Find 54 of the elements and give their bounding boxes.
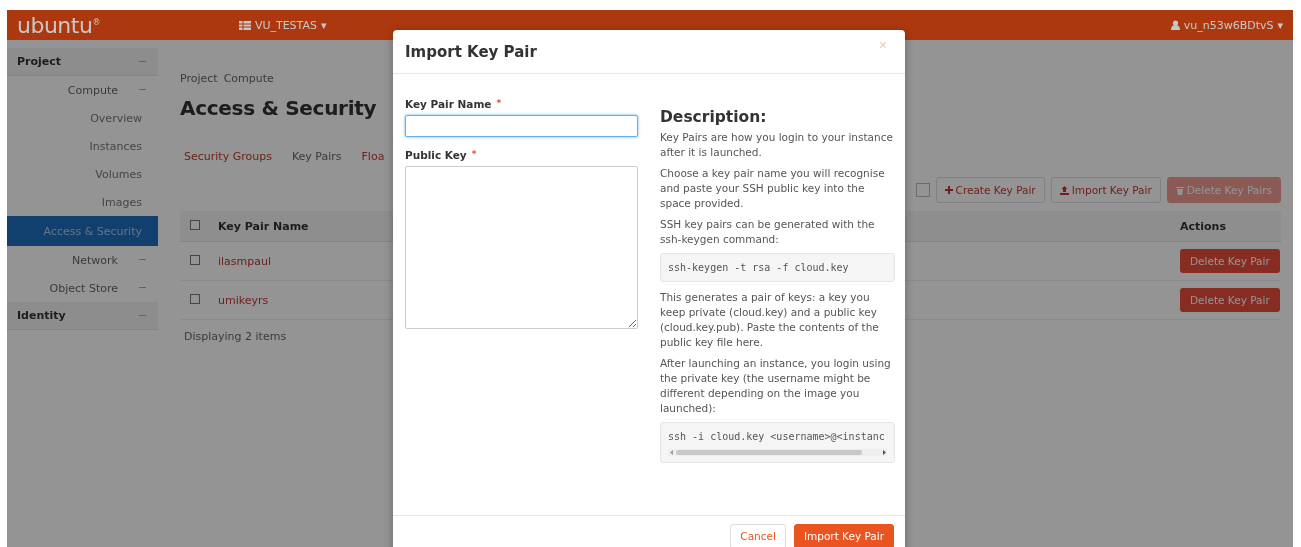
caret-icon: ▾ [1277,18,1283,32]
key-pair-link[interactable]: ilasmpaul [218,254,272,268]
row-checkbox[interactable] [190,293,200,304]
row-checkbox[interactable] [190,254,200,265]
caret-icon: ▾ [321,18,327,32]
item-count: Displaying 2 items [184,330,287,343]
breadcrumb-link[interactable]: Project [180,71,218,85]
page-title: Access & Security [180,96,377,120]
code-block: ssh -i cloud.key <username>@<instanc [660,422,895,463]
field-label: Key Pair Name [405,98,492,110]
tab[interactable]: Security Groups [184,150,272,163]
import-button[interactable]: Import Key Pair [1050,177,1161,203]
code-block: ssh-keygen -t rsa -f cloud.key [660,253,895,282]
nav-section[interactable]: Project [7,48,158,76]
import-button[interactable]: Import Key Pair [793,523,894,547]
tab[interactable]: Floa [361,150,385,163]
public-key-field[interactable] [405,166,638,329]
description-text: Choose a key pair name you will recognise and paste your SSH public key into the space provided. [660,166,886,211]
upload-icon [1059,185,1069,195]
user-menu[interactable]: vu_n53w6BDtvS ▾ [1170,18,1283,32]
required-mark: * [471,149,477,159]
nav-item[interactable]: Instances [7,132,158,160]
nav-item[interactable]: Images [7,188,158,216]
modal-title: Import Key Pair [405,42,537,61]
nav-item[interactable]: Overview [7,104,158,132]
description-text: Key Pairs are how you login to your instance after it is launched. [660,130,894,160]
description-text: This generates a pair of keys: a key you keep private (cloud.key) and a public key (cloud.key.pub). Paste the contents of the public key file here. [660,290,880,350]
brand-logo[interactable]: ubuntu$^{®}$ [17,12,100,38]
field-label: Public Key [405,149,467,161]
nav-item[interactable]: Access & Security [7,216,158,246]
plus-icon [944,186,953,194]
key-pair-link[interactable]: umikeyrs [218,293,269,307]
nav-section[interactable]: Identity [7,302,158,330]
user-icon [1170,20,1180,30]
column-header: Actions [1179,211,1281,242]
table-icon [238,20,251,30]
nav-item[interactable]: Volumes [7,160,158,188]
cancel-button[interactable]: Cancel [730,523,786,547]
nav-item[interactable]: Object Store [7,274,158,302]
tab[interactable]: Key Pairs [291,150,342,163]
breadcrumb-link[interactable]: Compute [223,71,274,85]
create-button[interactable]: Create Key Pair [935,177,1045,203]
required-mark: * [496,98,502,108]
select-all-checkbox[interactable] [190,219,200,230]
filter-checkbox[interactable] [915,183,930,197]
delete-row-button[interactable]: Delete Key Pair [1180,288,1280,312]
nav-item[interactable]: Compute [7,76,158,104]
nav-item[interactable]: Network [7,246,158,274]
delete-row-button[interactable]: Delete Key Pair [1180,249,1280,273]
description-heading: Description: [660,110,768,125]
description-text: After launching an instance, you login using the private key (the username might be different depending on the image you launched): [660,356,892,416]
name-field[interactable] [405,115,638,137]
scrollbar-drawing[interactable] [668,449,887,456]
project-menu[interactable]: VU_TESTAS ▾ [238,18,327,32]
